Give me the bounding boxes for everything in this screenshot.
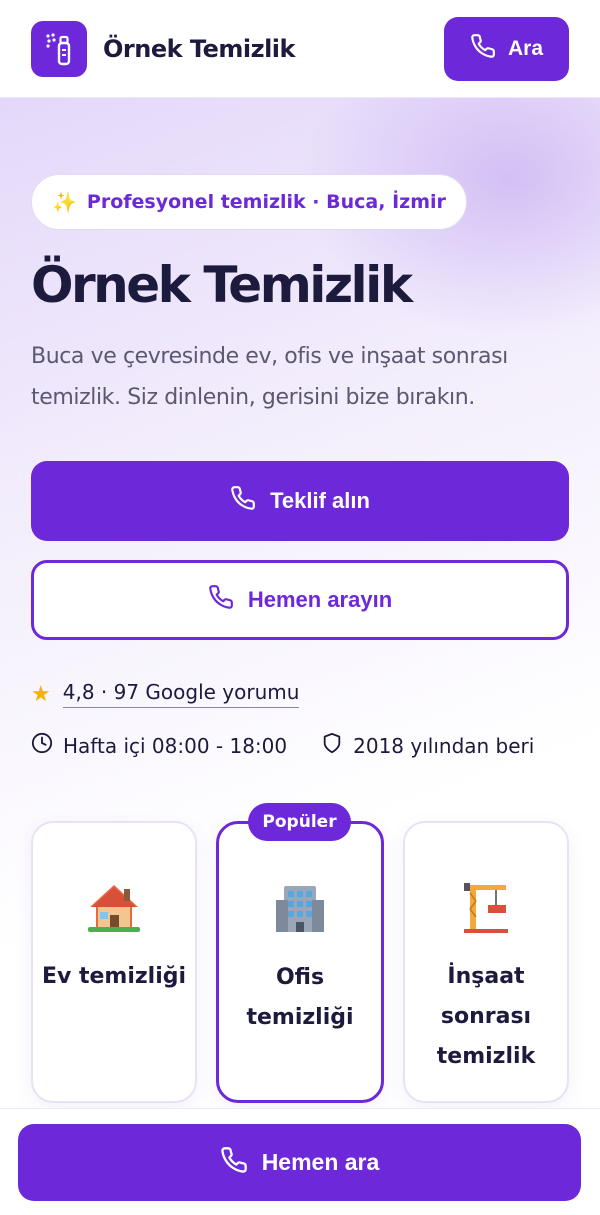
office-building-icon <box>219 880 381 940</box>
get-quote-label: Teklif alın <box>270 488 370 513</box>
phone-icon <box>230 485 256 517</box>
hero-section: ✨ Profesyonel temizlik · Buca, İzmir Örn… <box>0 98 600 1108</box>
brand-name: Örnek Temizlik <box>103 34 296 63</box>
star-icon: ★ <box>31 681 51 707</box>
call-button-label: Ara <box>507 36 544 60</box>
call-now-button[interactable]: Hemen arayın <box>31 560 569 640</box>
footer-call-label: Hemen ara <box>261 1149 380 1175</box>
service-title: İnşaat sonrası temizlik <box>436 964 536 1069</box>
service-card-construction[interactable]: İnşaat sonrası temizlik <box>403 821 569 1103</box>
service-title: Ofis temizliği <box>246 965 354 1030</box>
get-quote-button[interactable]: Teklif alın <box>31 461 569 541</box>
service-title: Ev temizliği <box>41 964 187 989</box>
phone-icon <box>220 1146 248 1180</box>
construction-crane-icon <box>405 879 567 939</box>
google-rating: ★ 4,8 · 97 Google yorumu <box>31 680 300 708</box>
header-call-button[interactable]: Ara <box>444 16 569 81</box>
sparkles-icon: ✨ <box>52 190 77 214</box>
shield-icon <box>321 732 343 759</box>
hours-text: Hafta içi 08:00 - 18:00 <box>63 733 288 758</box>
page-title: Örnek Temizlik <box>31 256 413 314</box>
spray-bottle-icon <box>31 20 87 77</box>
service-card-home[interactable]: Ev temizliği <box>31 821 197 1103</box>
footer-call-button[interactable]: Hemen ara <box>18 1124 581 1201</box>
clock-icon <box>31 732 53 759</box>
google-reviews-link[interactable]: 4,8 · 97 Google yorumu <box>62 680 300 708</box>
business-meta: Hafta içi 08:00 - 18:00 2018 yılından be… <box>31 732 534 759</box>
service-card-office[interactable]: Ofis temizliği <box>216 821 384 1103</box>
since-text: 2018 yılından beri <box>353 733 535 758</box>
location-pill: ✨ Profesyonel temizlik · Buca, İzmir <box>31 174 467 230</box>
working-hours: Hafta içi 08:00 - 18:00 <box>31 732 287 759</box>
call-now-label: Hemen arayın <box>247 587 393 612</box>
house-icon <box>33 879 195 939</box>
phone-icon <box>470 33 496 65</box>
pill-text: Profesyonel temizlik · Buca, İzmir <box>86 191 446 213</box>
phone-icon <box>208 584 234 616</box>
hero-description: Buca ve çevresinde ev, ofis ve inşaat so… <box>31 344 508 410</box>
brand[interactable]: Örnek Temizlik <box>31 20 296 77</box>
site-header: Örnek Temizlik Ara <box>0 0 600 98</box>
established-year: 2018 yılından beri <box>321 732 534 759</box>
sticky-footer: Hemen ara <box>0 1108 600 1215</box>
popular-badge: Popüler <box>248 803 351 841</box>
